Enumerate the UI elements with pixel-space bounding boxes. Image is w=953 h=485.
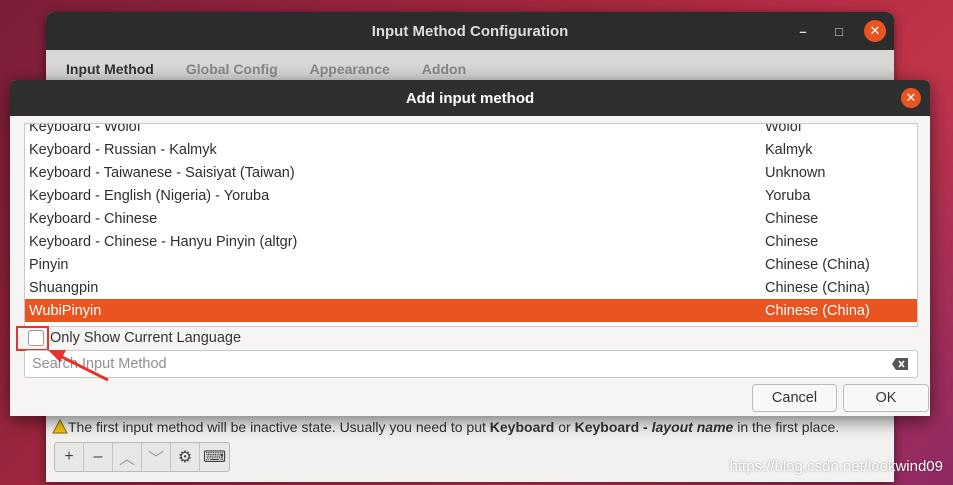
im-language: Yoruba — [765, 187, 811, 204]
window-title: Input Method Configuration — [371, 22, 569, 40]
list-item[interactable]: Keyboard - Chinese Chinese — [25, 207, 917, 230]
input-method-list[interactable]: Keyboard - Wolof Wolof Keyboard - Russia… — [24, 123, 918, 327]
add-input-method-dialog: Add input method ✕ Keyboard - Wolof Wolo… — [10, 80, 930, 416]
move-down-icon[interactable]: ﹀ — [142, 443, 171, 471]
list-item[interactable]: Keyboard - Wolof Wolof — [25, 124, 917, 138]
list-item[interactable]: Keyboard - English (Nigeria) - Yoruba Yo… — [25, 184, 917, 207]
ok-button[interactable]: OK — [843, 384, 929, 412]
search-placeholder: Search Input Method — [32, 356, 167, 372]
note-text-2: or — [554, 419, 575, 435]
dialog-title: Add input method — [405, 89, 535, 107]
note-bold-2: Keyboard - — [574, 419, 652, 435]
im-language: Chinese — [765, 210, 819, 227]
only-current-language-label: Only Show Current Language — [50, 330, 242, 346]
configure-icon[interactable]: ⚙ — [171, 443, 200, 471]
im-language: Wolof — [765, 123, 802, 135]
im-name: Pinyin — [29, 256, 69, 273]
maximize-icon[interactable]: □ — [828, 20, 850, 42]
note-text-3: in the first place. — [733, 419, 840, 435]
tab-input-method[interactable]: Input Method — [66, 61, 154, 77]
annotation-highlight-box — [16, 326, 49, 351]
list-item[interactable]: Keyboard - Russian - Kalmyk Kalmyk — [25, 138, 917, 161]
warning-icon — [52, 419, 68, 434]
cancel-button[interactable]: Cancel — [752, 384, 837, 412]
info-note: The first input method will be inactive … — [52, 419, 839, 435]
tab-addon[interactable]: Addon — [422, 61, 466, 77]
list-item-selected[interactable]: WubiPinyin Chinese (China) — [25, 299, 917, 322]
tab-global-config[interactable]: Global Config — [186, 61, 278, 77]
watermark: https://blog.csdn.net/lookwind09 — [729, 458, 943, 475]
im-name: Keyboard - English (Nigeria) - Yoruba — [29, 187, 270, 204]
minimize-icon[interactable]: – — [792, 20, 814, 42]
list-item[interactable]: Shuangpin Chinese (China) — [25, 276, 917, 299]
list-item[interactable]: Pinyin Chinese (China) — [25, 253, 917, 276]
list-item[interactable]: Keyboard - Chinese - Hanyu Pinyin (altgr… — [25, 230, 917, 253]
close-icon[interactable]: ✕ — [901, 88, 921, 108]
tab-appearance[interactable]: Appearance — [310, 61, 390, 77]
keyboard-layout-icon[interactable]: ⌨ — [200, 443, 229, 471]
note-bold-1: Keyboard — [489, 419, 555, 435]
remove-icon[interactable]: – — [84, 443, 113, 471]
only-current-language-option[interactable]: Only Show Current Language — [28, 330, 241, 346]
im-toolbar: + – ︿ ﹀ ⚙ ⌨ — [54, 442, 230, 472]
note-text-1: The first input method will be inactive … — [68, 419, 490, 435]
note-italic: layout name — [651, 419, 734, 435]
im-language: Chinese (China) — [765, 279, 870, 296]
im-language: Kalmyk — [765, 141, 813, 158]
im-language: Chinese — [765, 233, 819, 250]
im-name: Keyboard - Chinese — [29, 210, 158, 227]
list-item[interactable]: Keyboard - Taiwanese - Saisiyat (Taiwan)… — [25, 161, 917, 184]
im-language: Chinese (China) — [765, 302, 870, 319]
im-language: Chinese (China) — [765, 256, 870, 273]
im-name: Keyboard - Taiwanese - Saisiyat (Taiwan) — [29, 164, 295, 181]
close-icon[interactable]: ✕ — [864, 20, 886, 42]
im-name: Keyboard - Chinese - Hanyu Pinyin (altgr… — [29, 233, 298, 250]
search-input[interactable]: Search Input Method — [24, 350, 918, 378]
add-icon[interactable]: + — [55, 443, 84, 471]
im-name: Keyboard - Russian - Kalmyk — [29, 141, 217, 158]
im-name: Shuangpin — [29, 279, 99, 296]
clear-search-icon[interactable] — [891, 357, 909, 371]
dialog-titlebar[interactable]: Add input method ✕ — [10, 80, 930, 116]
im-name: WubiPinyin — [29, 302, 102, 319]
window-titlebar[interactable]: Input Method Configuration – □ ✕ — [46, 12, 894, 50]
move-up-icon[interactable]: ︿ — [113, 443, 142, 471]
im-language: Unknown — [765, 164, 826, 181]
im-name: Keyboard - Wolof — [29, 123, 141, 135]
